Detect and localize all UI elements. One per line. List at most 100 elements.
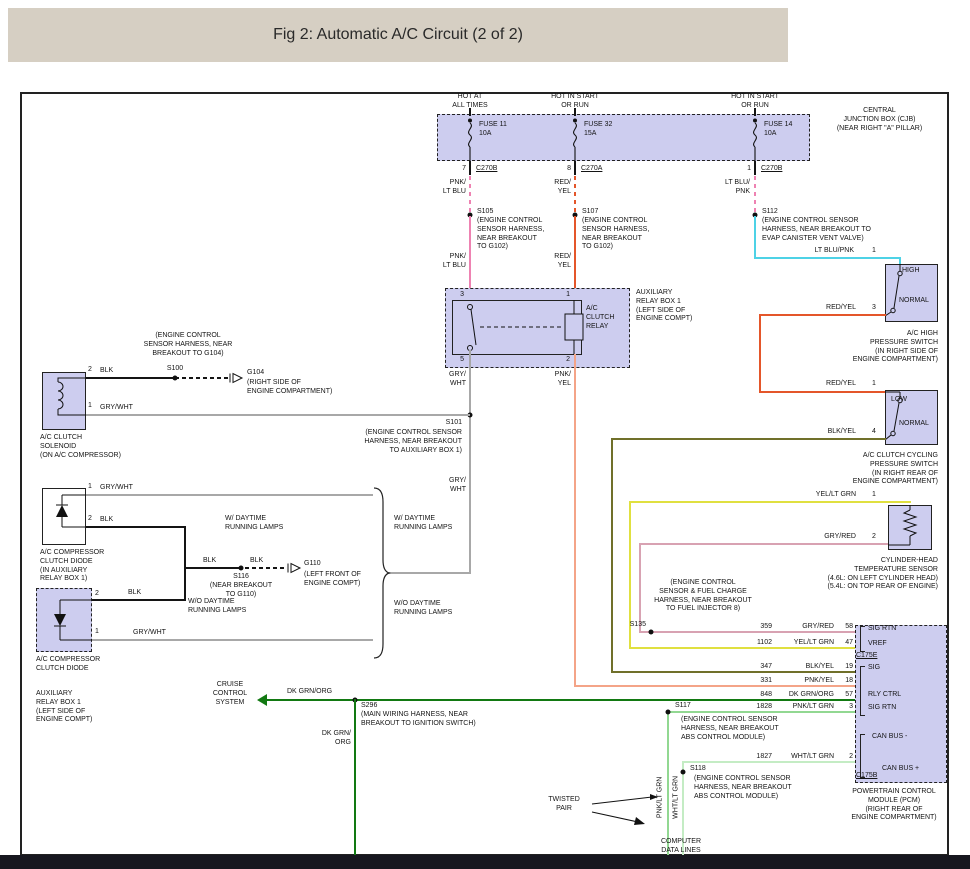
wire-cjb-out-1 bbox=[469, 161, 471, 175]
wire-label-gry-wht-a: GRY/ WHT bbox=[424, 371, 466, 389]
wire-label-red-yel-lo: RED/YEL bbox=[798, 380, 856, 389]
pcm-pin-label-sig: SIG bbox=[868, 664, 880, 673]
connector-c270a: C270A bbox=[581, 165, 602, 174]
pcm-row-6-pin: 2 bbox=[838, 753, 853, 762]
wire-feed-3 bbox=[754, 108, 756, 116]
splice-dot-s117 bbox=[666, 710, 671, 715]
wire-red-yel-dashed bbox=[574, 176, 576, 215]
wire-cjb-out-2 bbox=[574, 161, 576, 175]
resistor-icon bbox=[888, 505, 932, 550]
high-switch-state-normal: NORMAL bbox=[899, 297, 929, 306]
pcm-connector-c175b: C175B bbox=[856, 772, 877, 781]
note-w-drl-right: W/ DAYTIME RUNNING LAMPS bbox=[394, 515, 452, 533]
pcm-pin-label-can-plus: CAN BUS + bbox=[882, 765, 919, 774]
note-wo-drl-right: W/O DAYTIME RUNNING LAMPS bbox=[394, 600, 452, 618]
connector-c270b-1: C270B bbox=[476, 165, 497, 174]
diode-icon-1 bbox=[42, 488, 86, 545]
wire-label-dk-grn-org-b: DK GRN/ ORG bbox=[310, 730, 351, 748]
diode2-desc: A/C COMPRESSOR CLUTCH DIODE bbox=[36, 656, 100, 674]
pcm-row-4-circuit: 848 bbox=[726, 691, 772, 700]
splice-s101-desc: (ENGINE CONTROL SENSOR HARNESS, NEAR BRE… bbox=[346, 429, 462, 455]
pcm-row-4-color: DK GRN/ORG bbox=[768, 691, 834, 700]
splice-s296-desc: (MAIN WIRING HARNESS, NEAR BREAKOUT TO I… bbox=[361, 711, 476, 729]
solenoid-desc: A/C CLUTCH SOLENOID (ON A/C COMPRESSOR) bbox=[40, 434, 121, 460]
diode-icon-2 bbox=[36, 588, 92, 652]
pcm-row-0-circuit: 359 bbox=[726, 623, 772, 632]
temp-sensor-pin-top: 1 bbox=[872, 491, 876, 500]
wire-label-pnk-lt-blu-a: PNK/ LT BLU bbox=[416, 179, 466, 197]
connector-pin-7: 7 bbox=[446, 165, 466, 174]
pcm-row-2-pin: 19 bbox=[838, 663, 853, 672]
splice-s296: S296 bbox=[361, 702, 377, 711]
splice-s118: S118 bbox=[690, 765, 706, 774]
high-switch-state-high: HIGH bbox=[902, 267, 920, 276]
splice-s100: S100 bbox=[155, 365, 195, 374]
solenoid-pin-top: 2 bbox=[88, 366, 92, 375]
temp-sensor-pin-bottom: 2 bbox=[872, 533, 876, 542]
note-w-drl-left: W/ DAYTIME RUNNING LAMPS bbox=[225, 515, 283, 533]
temp-sensor-desc: CYLINDER-HEAD TEMPERATURE SENSOR (4.6L: … bbox=[793, 557, 938, 592]
pcm-row-1-color: YEL/LT GRN bbox=[768, 639, 834, 648]
splice-dot-s100 bbox=[173, 376, 178, 381]
wire-blk-yel-h1 bbox=[611, 438, 886, 440]
wire-label-blk-b: BLK bbox=[100, 516, 113, 525]
wire-blk-ground-v bbox=[184, 526, 186, 601]
wire-label-dk-grn-org-a: DK GRN/ORG bbox=[287, 688, 332, 697]
twisted-pair-arrow-2 bbox=[592, 806, 650, 828]
wire-red-yel-h2 bbox=[759, 391, 886, 393]
fuel-harness-note: (ENGINE CONTROL SENSOR & FUEL CHARGE HAR… bbox=[643, 579, 763, 614]
wire-gry-wht-brace bbox=[389, 572, 471, 574]
pcm-row-4-pin: 57 bbox=[838, 691, 853, 700]
wire-label-lt-blu-pnk-a: LT BLU/ PNK bbox=[700, 179, 750, 197]
fuse-32-rating: 15A bbox=[584, 130, 596, 139]
wire-feed-1 bbox=[469, 108, 471, 116]
high-switch-pin-side: 3 bbox=[872, 304, 876, 313]
pcm-row-3-pin: 18 bbox=[838, 677, 853, 686]
diode2-pin-bottom: 1 bbox=[95, 628, 99, 637]
wire-blk-solenoid bbox=[86, 377, 175, 379]
ground-g104-desc: (RIGHT SIDE OF ENGINE COMPARTMENT) bbox=[247, 379, 332, 397]
wire-label-gry-wht-e: GRY/WHT bbox=[133, 629, 166, 638]
ground-icon-g104 bbox=[228, 372, 245, 384]
pcm-pin-label-rly-ctrl: RLY CTRL bbox=[868, 691, 901, 700]
fuse-11-icon bbox=[463, 117, 477, 161]
pcm-bracket-1 bbox=[860, 626, 865, 652]
aux-relay-box-label: AUXILIARY RELAY BOX 1 (LEFT SIDE OF ENGI… bbox=[636, 289, 692, 324]
note-wo-drl-left: W/O DAYTIME RUNNING LAMPS bbox=[188, 598, 246, 616]
wire-lt-blu-pnk-v bbox=[754, 216, 756, 259]
splice-s112-desc: (ENGINE CONTROL SENSOR HARNESS, NEAR BRE… bbox=[762, 217, 871, 243]
fuse-32-icon bbox=[568, 117, 582, 161]
pcm-row-5-circuit: 1828 bbox=[726, 703, 772, 712]
wire-blk-solenoid-dashed bbox=[175, 377, 228, 379]
wire-blk-s116-dashed bbox=[245, 567, 286, 569]
wire-dk-grn-org-v bbox=[354, 699, 356, 856]
low-switch-desc: A/C CLUTCH CYCLING PRESSURE SWITCH (IN R… bbox=[818, 452, 938, 487]
splice-s105: S105 bbox=[477, 208, 493, 217]
high-switch-desc: A/C HIGH PRESSURE SWITCH (IN RIGHT SIDE … bbox=[828, 330, 938, 365]
pcm-row-1-circuit: 1102 bbox=[726, 639, 772, 648]
wire-label-wht-lt-grn-rotated: WHT/LT GRN bbox=[673, 771, 682, 823]
splice-s101: S101 bbox=[420, 419, 462, 428]
ground-icon-g110 bbox=[286, 562, 303, 574]
connector-c270b-2: C270B bbox=[761, 165, 782, 174]
pcm-row-5-pin: 3 bbox=[838, 703, 853, 712]
pcm-connector-c175e: C175E bbox=[856, 652, 877, 661]
g104-harness-note: (ENGINE CONTROL SENSOR HARNESS, NEAR BRE… bbox=[108, 332, 268, 358]
splice-s107-desc: (ENGINE CONTROL SENSOR HARNESS, NEAR BRE… bbox=[582, 217, 649, 252]
splice-s117: S117 bbox=[675, 702, 691, 711]
fuse-14-icon bbox=[748, 117, 762, 161]
connector-pin-1: 1 bbox=[731, 165, 751, 174]
wire-label-lt-blu-pnk-b: LT BLU/PNK bbox=[786, 247, 854, 256]
wire-label-blk-yel: BLK/YEL bbox=[798, 428, 856, 437]
brace-icon bbox=[370, 486, 392, 660]
diode1-desc: A/C COMPRESSOR CLUTCH DIODE (IN AUXILIAR… bbox=[40, 549, 104, 584]
bottom-bar bbox=[0, 855, 970, 869]
computer-data-lines-label: COMPUTER DATA LINES bbox=[648, 838, 714, 856]
wire-label-pnk-lt-blu-b: PNK/ LT BLU bbox=[416, 253, 466, 271]
wire-label-blk-a: BLK bbox=[100, 367, 113, 376]
pcm-row-6-circuit: 1827 bbox=[726, 753, 772, 762]
twisted-pair-label: TWISTED PAIR bbox=[538, 796, 590, 814]
cjb-location-label: CENTRAL JUNCTION BOX (CJB) (NEAR RIGHT "… bbox=[812, 107, 947, 133]
wire-red-yel-h1 bbox=[759, 314, 886, 316]
pcm-row-2-circuit: 347 bbox=[726, 663, 772, 672]
